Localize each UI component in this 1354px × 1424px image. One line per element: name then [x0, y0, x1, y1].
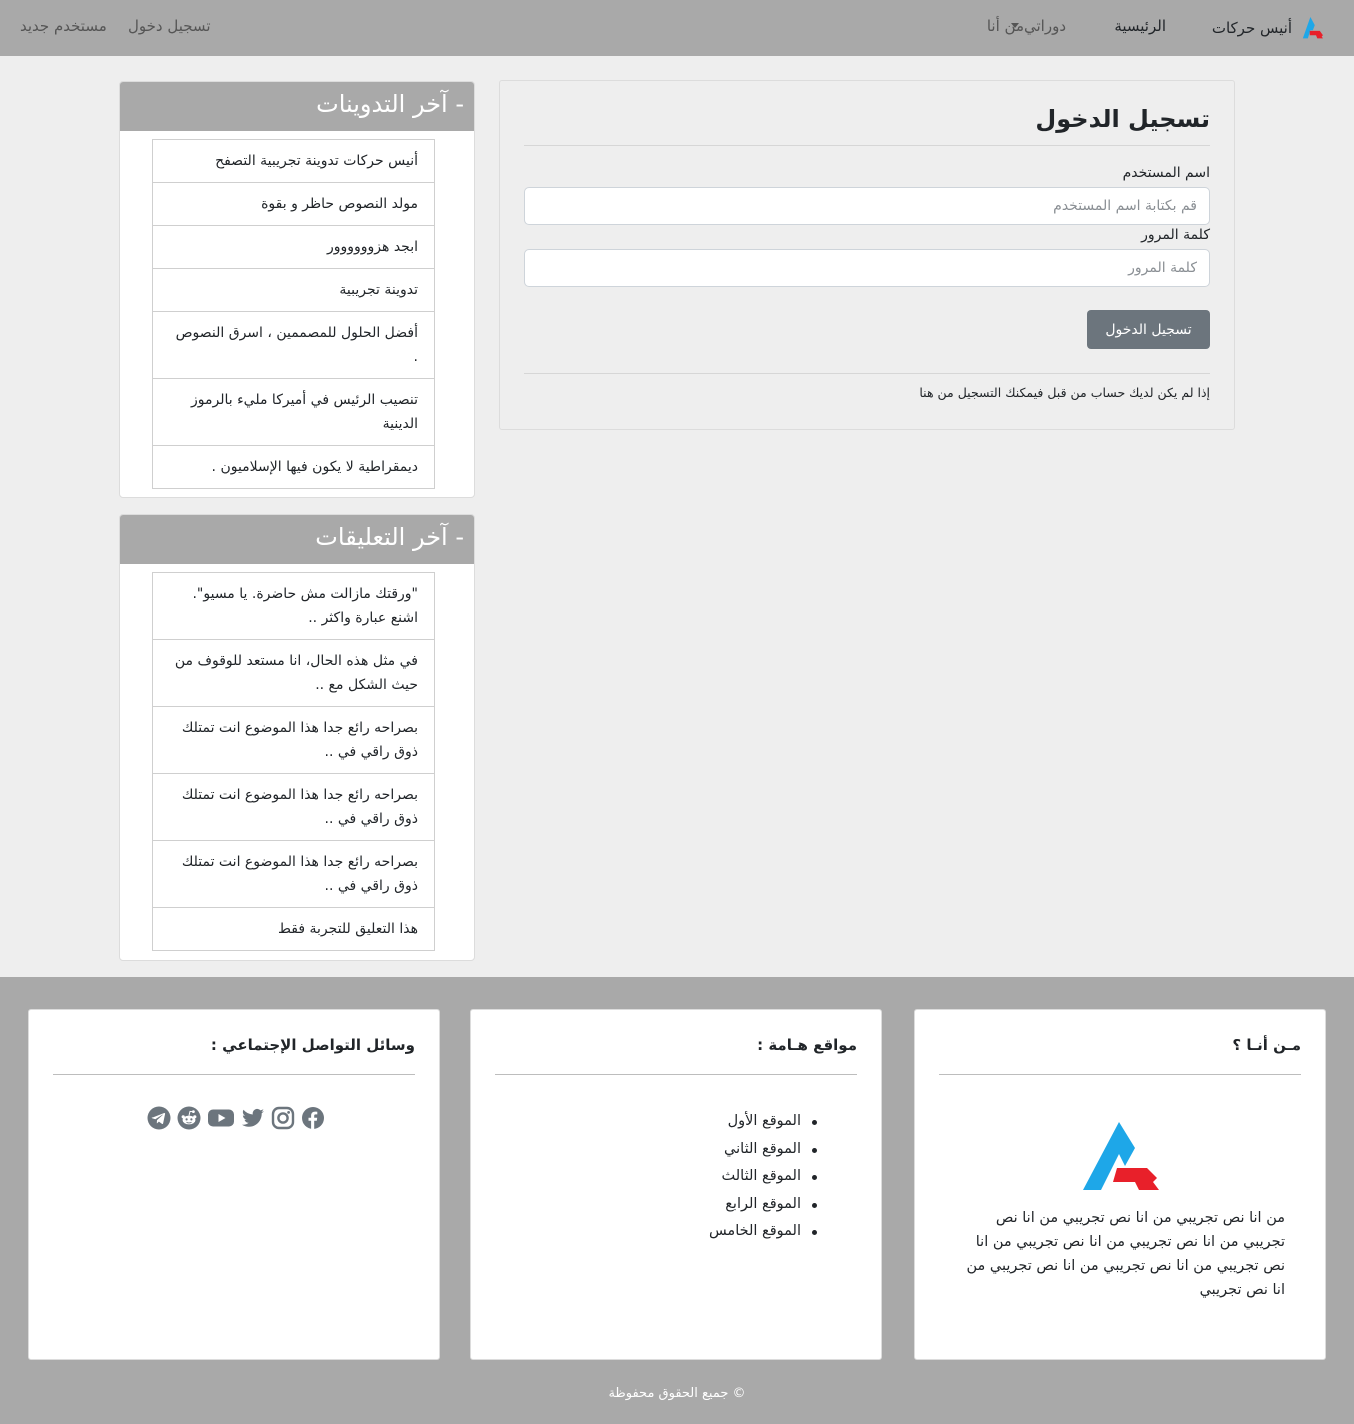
comment-item[interactable]: بصراحه رائع جدا هذا الموضوع انت تمتلك ذو… [152, 840, 435, 908]
post-item[interactable]: ديمقراطية لا يكون فيها الإسلاميون . [152, 445, 435, 489]
login-title: تسجيل الدخول [1035, 105, 1210, 133]
footer-site-link[interactable]: الموقع الرابع [709, 1191, 818, 1219]
twitter-icon[interactable] [241, 1106, 265, 1130]
divider [939, 1074, 1301, 1075]
latest-comments-list: "ورقتك مازالت مش حاضرة. يا مسيو". اشنع ع… [152, 572, 435, 951]
comment-item[interactable]: "ورقتك مازالت مش حاضرة. يا مسيو". اشنع ع… [152, 572, 435, 640]
username-input[interactable] [524, 187, 1210, 225]
reddit-icon[interactable] [177, 1106, 201, 1130]
footer-site-link[interactable]: الموقع الأول [709, 1108, 818, 1136]
post-item[interactable]: تنصيب الرئيس في أميركا مليء بالرموز الدي… [152, 378, 435, 446]
footer-about-title: مـن أنـا ؟ [1232, 1036, 1301, 1054]
footer-social-title: وسائل التواصل الإجتماعي : [210, 1036, 415, 1054]
register-here-link[interactable]: من هنا [919, 385, 953, 400]
latest-posts-title: - آخر التدوينات [120, 82, 474, 131]
username-label: اسم المستخدم [1122, 165, 1210, 181]
brand-logo-icon [1083, 1122, 1159, 1190]
nav-register-link[interactable]: مستخدم جديد [20, 17, 107, 35]
nav-courses-label: دوراتي [1023, 17, 1066, 35]
latest-posts-widget: - آخر التدوينات أنيس حركات تدوينة تجريبي… [119, 81, 475, 498]
post-item[interactable]: أفضل الحلول للمصممين ، اسرق النصوص . [152, 311, 435, 379]
footer-about-text: من انا نص تجريبي من انا نص تجريبي من انا… [966, 1210, 1285, 1298]
footer-sites-title: مواقع هـامة : [757, 1036, 857, 1054]
top-navbar: أنيس حركات الرئيسية دوراتي من أنا تسجيل … [0, 0, 1354, 56]
comment-item[interactable]: هذا التعليق للتجربة فقط [152, 907, 435, 951]
brand-logo-icon [1302, 17, 1323, 39]
instagram-icon[interactable] [271, 1106, 295, 1130]
password-label: كلمة المرور [1141, 227, 1210, 243]
footer-site-link[interactable]: الموقع الخامس [709, 1218, 818, 1246]
youtube-icon[interactable] [207, 1106, 235, 1130]
copyright-text: © جميع الحقوق محفوظة [608, 1386, 746, 1401]
divider [524, 145, 1210, 146]
post-item[interactable]: ابجد هزوووووور [152, 225, 435, 269]
post-item[interactable]: مولد النصوص حاظر و بقوة [152, 182, 435, 226]
nav-home-link[interactable]: الرئيسية [1114, 17, 1166, 35]
divider [495, 1074, 857, 1075]
divider [524, 373, 1210, 374]
brand-link[interactable]: أنيس حركات [1212, 16, 1324, 40]
brand-name: أنيس حركات [1211, 19, 1292, 37]
register-note: إذا لم يكن لديك حساب من قبل فيمكنك التسج… [919, 385, 1210, 400]
facebook-icon[interactable] [301, 1106, 325, 1130]
nav-login-link[interactable]: تسجيل دخول [128, 17, 211, 35]
latest-comments-widget: - آخر التعليقات "ورقتك مازالت مش حاضرة. … [119, 514, 475, 961]
footer-about-card: مـن أنـا ؟ من انا نص تجريبي من انا نص تج… [914, 1009, 1326, 1360]
latest-comments-title: - آخر التعليقات [120, 515, 474, 564]
social-icons-row [147, 1106, 325, 1130]
latest-posts-list: أنيس حركات تدوينة تجريبية التصفح مولد ال… [152, 139, 435, 489]
telegram-icon[interactable] [147, 1106, 171, 1130]
comment-item[interactable]: بصراحه رائع جدا هذا الموضوع انت تمتلك ذو… [152, 773, 435, 841]
post-item[interactable]: تدوينة تجريبية [152, 268, 435, 312]
site-footer: مـن أنـا ؟ من انا نص تجريبي من انا نص تج… [0, 977, 1354, 1424]
footer-social-card: وسائل التواصل الإجتماعي : [28, 1009, 440, 1360]
divider [53, 1074, 415, 1075]
footer-site-link[interactable]: الموقع الثاني [709, 1136, 818, 1164]
login-card: تسجيل الدخول اسم المستخدم كلمة المرور تس… [499, 80, 1235, 430]
login-submit-button[interactable]: تسجيل الدخول [1087, 310, 1210, 349]
register-note-text: إذا لم يكن لديك حساب من قبل فيمكنك التسج… [957, 385, 1210, 400]
footer-sites-list: الموقع الأول الموقع الثاني الموقع الثالث… [709, 1108, 818, 1246]
nav-about-link[interactable]: من أنا [987, 17, 1024, 35]
comment-item[interactable]: في مثل هذه الحال، انا مستعد للوقوف من حي… [152, 639, 435, 707]
footer-site-link[interactable]: الموقع الثالث [709, 1163, 818, 1191]
comment-item[interactable]: بصراحه رائع جدا هذا الموضوع انت تمتلك ذو… [152, 706, 435, 774]
footer-sites-card: مواقع هـامة : الموقع الأول الموقع الثاني… [470, 1009, 882, 1360]
password-input[interactable] [524, 249, 1210, 287]
post-item[interactable]: أنيس حركات تدوينة تجريبية التصفح [152, 139, 435, 183]
